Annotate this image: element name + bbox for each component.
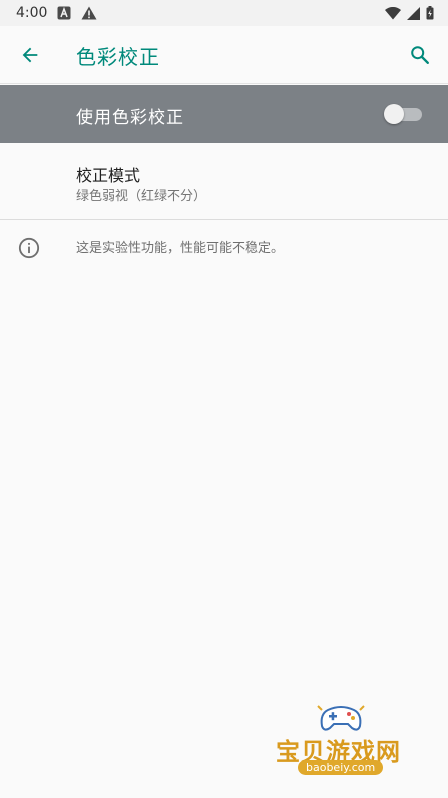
back-button[interactable] xyxy=(14,39,46,71)
info-icon xyxy=(18,237,40,259)
correction-mode-item[interactable]: 校正模式 绿色弱视（红绿不分） xyxy=(0,144,448,220)
search-icon xyxy=(411,46,429,64)
info-footer-text: 这是实验性功能，性能可能不稳定。 xyxy=(76,241,285,256)
page-title: 色彩校正 xyxy=(76,45,160,69)
toggle-thumb xyxy=(384,104,404,124)
status-right xyxy=(385,6,434,20)
a-notification-icon xyxy=(57,6,71,20)
correction-mode-title: 校正模式 xyxy=(76,166,141,185)
watermark-logo: 宝贝游戏网 baobeiy.com xyxy=(268,700,418,790)
wifi-icon xyxy=(385,6,401,20)
cell-signal-icon xyxy=(407,6,420,20)
master-switch-label: 使用色彩校正 xyxy=(76,108,184,128)
app-bar: 色彩校正 xyxy=(0,26,448,84)
battery-icon xyxy=(426,6,434,20)
watermark-url: baobeiy.com xyxy=(298,760,384,775)
color-correction-toggle[interactable] xyxy=(384,104,422,124)
status-left: 4:00 xyxy=(16,5,97,21)
search-button[interactable] xyxy=(404,39,436,71)
info-footer: 这是实验性功能，性能可能不稳定。 xyxy=(0,221,448,277)
status-time: 4:00 xyxy=(16,5,48,21)
gamepad-icon xyxy=(317,705,365,731)
screen: 4:00 色彩校正 使用色彩校正 校正模式 绿色弱视（红绿不分） 这是实验性功能… xyxy=(0,0,448,798)
arrow-back-icon xyxy=(22,47,38,63)
color-correction-master-switch-row[interactable]: 使用色彩校正 xyxy=(0,85,448,143)
warning-icon xyxy=(81,6,97,20)
status-bar: 4:00 xyxy=(0,0,448,26)
correction-mode-summary: 绿色弱视（红绿不分） xyxy=(76,189,207,204)
